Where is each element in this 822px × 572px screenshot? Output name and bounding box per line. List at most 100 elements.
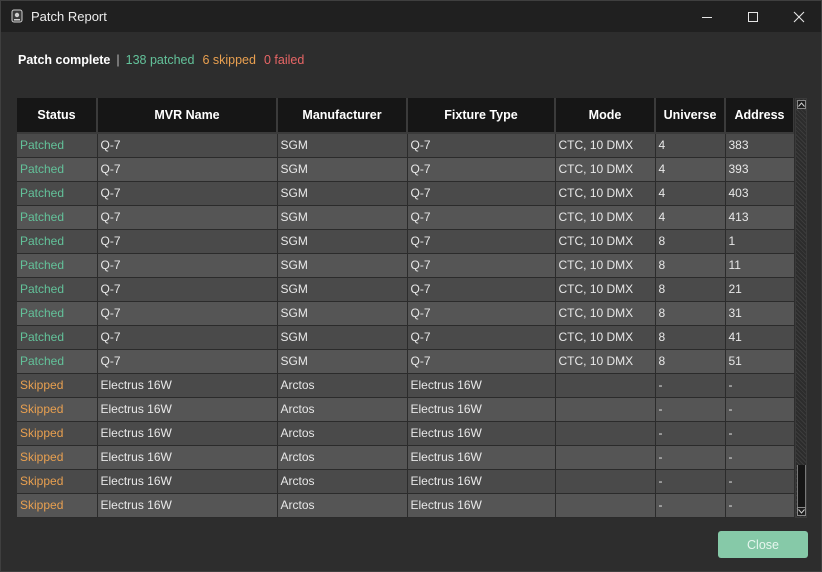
cell-mvr-name: Q-7 (97, 349, 278, 374)
scroll-up-button[interactable] (797, 100, 806, 109)
table-row[interactable]: Skipped Electrus 16W Arctos Electrus 16W - - (17, 373, 794, 398)
cell-fixture-type: Electrus 16W (407, 421, 556, 446)
skipped-count: 6 skipped (202, 53, 256, 67)
cell-mvr-name: Q-7 (97, 325, 278, 350)
maximize-button[interactable] (730, 1, 776, 32)
cell-mvr-name: Q-7 (97, 205, 278, 230)
cell-address: 403 (725, 181, 794, 206)
column-header-status[interactable]: Status (17, 98, 98, 134)
scrollbar-thumb[interactable] (797, 465, 806, 507)
patch-results-table[interactable]: Status MVR Name Manufacturer Fixture Typ… (17, 98, 794, 518)
chevron-down-icon (798, 509, 805, 514)
cell-mode: CTC, 10 DMX (555, 133, 656, 158)
vertical-scrollbar[interactable] (795, 98, 807, 518)
table-row[interactable]: Skipped Electrus 16W Arctos Electrus 16W - - (17, 445, 794, 470)
cell-mvr-name: Electrus 16W (97, 493, 278, 518)
cell-universe: 4 (655, 157, 726, 182)
column-header-fixture-type[interactable]: Fixture Type (407, 98, 556, 134)
cell-universe: - (655, 421, 726, 446)
table-row[interactable]: Patched Q-7 SGM Q-7 CTC, 10 DMX 4 413 (17, 205, 794, 230)
table-row[interactable]: Patched Q-7 SGM Q-7 CTC, 10 DMX 8 11 (17, 253, 794, 278)
cell-mode: CTC, 10 DMX (555, 325, 656, 350)
table-row[interactable]: Patched Q-7 SGM Q-7 CTC, 10 DMX 4 393 (17, 157, 794, 182)
cell-address: 21 (725, 277, 794, 302)
cell-mode: CTC, 10 DMX (555, 157, 656, 182)
column-header-mode[interactable]: Mode (555, 98, 656, 134)
chevron-up-icon (798, 102, 805, 107)
cell-mvr-name: Electrus 16W (97, 445, 278, 470)
cell-status: Patched (17, 301, 98, 326)
cell-status: Patched (17, 325, 98, 350)
cell-mode (555, 373, 656, 398)
cell-mode: CTC, 10 DMX (555, 349, 656, 374)
column-header-address[interactable]: Address (725, 98, 794, 134)
cell-fixture-type: Q-7 (407, 301, 556, 326)
cell-address: 383 (725, 133, 794, 158)
cell-universe: - (655, 445, 726, 470)
cell-universe: 8 (655, 277, 726, 302)
cell-status: Patched (17, 133, 98, 158)
cell-universe: 4 (655, 181, 726, 206)
cell-address: 31 (725, 301, 794, 326)
column-header-manufacturer[interactable]: Manufacturer (277, 98, 408, 134)
cell-manufacturer: Arctos (277, 493, 408, 518)
patch-summary: Patch complete | 138 patched 6 skipped 0 fai… (18, 53, 304, 67)
cell-mvr-name: Q-7 (97, 253, 278, 278)
column-header-mvr-name[interactable]: MVR Name (97, 98, 278, 134)
close-button[interactable]: Close (718, 531, 808, 558)
cell-manufacturer: SGM (277, 277, 408, 302)
table-row[interactable]: Skipped Electrus 16W Arctos Electrus 16W - - (17, 493, 794, 518)
cell-universe: 8 (655, 253, 726, 278)
cell-universe: - (655, 469, 726, 494)
cell-address: - (725, 421, 794, 446)
cell-status: Patched (17, 157, 98, 182)
cell-manufacturer: SGM (277, 157, 408, 182)
table-row[interactable]: Patched Q-7 SGM Q-7 CTC, 10 DMX 8 1 (17, 229, 794, 254)
table-row[interactable]: Patched Q-7 SGM Q-7 CTC, 10 DMX 8 41 (17, 325, 794, 350)
table-row[interactable]: Patched Q-7 SGM Q-7 CTC, 10 DMX 8 21 (17, 277, 794, 302)
cell-mvr-name: Q-7 (97, 133, 278, 158)
table-row[interactable]: Patched Q-7 SGM Q-7 CTC, 10 DMX 4 383 (17, 133, 794, 158)
patched-count: 138 patched (125, 53, 195, 67)
cell-status: Patched (17, 229, 98, 254)
cell-fixture-type: Q-7 (407, 253, 556, 278)
cell-status: Patched (17, 181, 98, 206)
table-row[interactable]: Skipped Electrus 16W Arctos Electrus 16W - - (17, 421, 794, 446)
close-window-button[interactable] (776, 1, 822, 32)
cell-status: Patched (17, 205, 98, 230)
scroll-down-button[interactable] (797, 507, 806, 516)
cell-mode: CTC, 10 DMX (555, 277, 656, 302)
table-row[interactable]: Skipped Electrus 16W Arctos Electrus 16W - - (17, 397, 794, 422)
cell-fixture-type: Q-7 (407, 205, 556, 230)
cell-mode (555, 397, 656, 422)
cell-mode: CTC, 10 DMX (555, 229, 656, 254)
cell-mvr-name: Q-7 (97, 229, 278, 254)
minimize-button[interactable] (684, 1, 730, 32)
table-row[interactable]: Patched Q-7 SGM Q-7 CTC, 10 DMX 4 403 (17, 181, 794, 206)
cell-universe: - (655, 397, 726, 422)
cell-status: Skipped (17, 469, 98, 494)
table-row[interactable]: Patched Q-7 SGM Q-7 CTC, 10 DMX 8 31 (17, 301, 794, 326)
cell-address: 413 (725, 205, 794, 230)
cell-mvr-name: Electrus 16W (97, 373, 278, 398)
title-bar[interactable]: Patch Report (1, 1, 821, 32)
cell-universe: 8 (655, 229, 726, 254)
column-header-universe[interactable]: Universe (655, 98, 726, 134)
cell-universe: 8 (655, 301, 726, 326)
cell-manufacturer: Arctos (277, 373, 408, 398)
cell-address: 393 (725, 157, 794, 182)
table-header-row: Status MVR Name Manufacturer Fixture Typ… (17, 98, 794, 134)
cell-mode: CTC, 10 DMX (555, 301, 656, 326)
cell-status: Skipped (17, 397, 98, 422)
cell-mode: CTC, 10 DMX (555, 181, 656, 206)
summary-separator: | (116, 53, 120, 67)
maximize-icon (748, 11, 758, 22)
cell-mvr-name: Electrus 16W (97, 397, 278, 422)
cell-mode: CTC, 10 DMX (555, 205, 656, 230)
cell-fixture-type: Electrus 16W (407, 493, 556, 518)
table-row[interactable]: Patched Q-7 SGM Q-7 CTC, 10 DMX 8 51 (17, 349, 794, 374)
cell-status: Patched (17, 349, 98, 374)
table-row[interactable]: Skipped Electrus 16W Arctos Electrus 16W - - (17, 469, 794, 494)
cell-address: 1 (725, 229, 794, 254)
close-icon (793, 11, 805, 22)
